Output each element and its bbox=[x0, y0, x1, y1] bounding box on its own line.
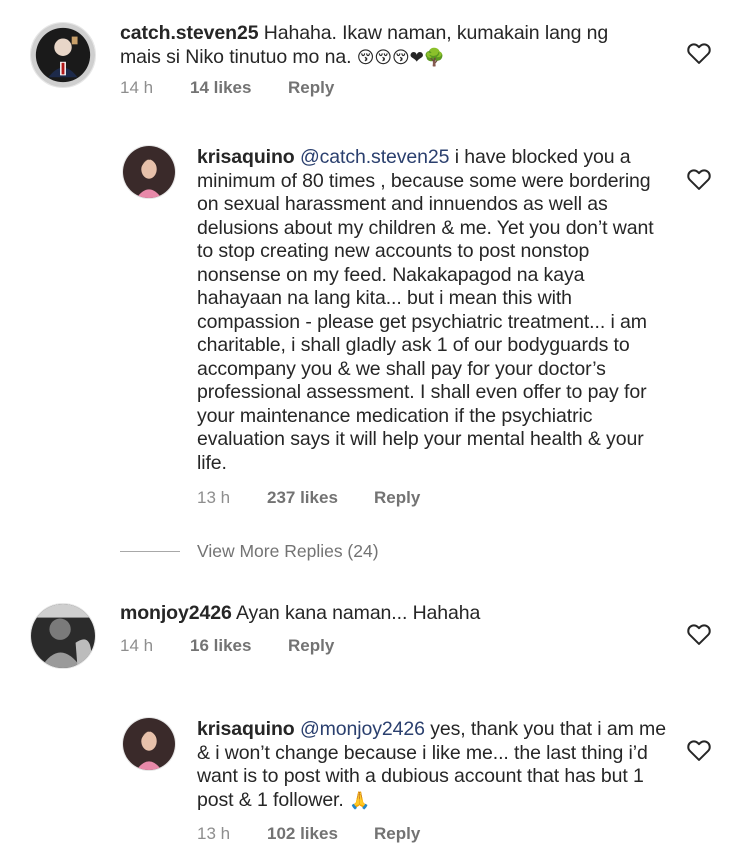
heart-icon[interactable] bbox=[685, 39, 713, 67]
likes-count[interactable]: 102 likes bbox=[267, 824, 374, 844]
heart-icon[interactable] bbox=[685, 620, 713, 648]
view-more-replies[interactable]: View More Replies (24) bbox=[120, 541, 379, 562]
reply-button[interactable]: Reply bbox=[374, 488, 420, 508]
comment-meta: 13 h 102 likes Reply bbox=[197, 824, 420, 844]
reply-button[interactable]: Reply bbox=[288, 78, 334, 98]
username[interactable]: krisaquino bbox=[197, 718, 295, 740]
timestamp: 13 h bbox=[197, 824, 231, 843]
avatar[interactable] bbox=[122, 145, 176, 199]
timestamp: 14 h bbox=[120, 78, 154, 97]
divider-line bbox=[120, 551, 180, 552]
comment-text: Ayan kana naman... Hahaha bbox=[235, 602, 481, 624]
timestamp: 13 h bbox=[197, 488, 231, 507]
comment-body: krisaquino @monjoy2426 yes, thank you th… bbox=[197, 718, 667, 813]
comment-meta: 14 h 14 likes Reply bbox=[120, 78, 334, 98]
likes-count[interactable]: 237 likes bbox=[267, 488, 374, 508]
reply-button[interactable]: Reply bbox=[288, 636, 334, 656]
mention-link[interactable]: @catch.steven25 bbox=[300, 146, 450, 168]
emoji-sequence: 😚😚😚❤🌳 bbox=[356, 47, 445, 68]
likes-count[interactable]: 14 likes bbox=[190, 78, 288, 98]
heart-icon[interactable] bbox=[685, 165, 713, 193]
avatar[interactable] bbox=[122, 717, 176, 771]
mention-link[interactable]: @monjoy2426 bbox=[300, 718, 425, 740]
likes-count[interactable]: 16 likes bbox=[190, 636, 288, 656]
emoji-sequence: 🙏 bbox=[349, 790, 371, 811]
comment-meta: 13 h 237 likes Reply bbox=[197, 488, 420, 508]
view-more-label[interactable]: View More Replies (24) bbox=[197, 541, 379, 562]
username[interactable]: krisaquino bbox=[197, 146, 295, 168]
timestamp: 14 h bbox=[120, 636, 154, 655]
comment-meta: 14 h 16 likes Reply bbox=[120, 636, 334, 656]
reply-button[interactable]: Reply bbox=[374, 824, 420, 844]
comment-text: i have blocked you a minimum of 80 times… bbox=[197, 146, 654, 474]
comment-body: monjoy2426 Ayan kana naman... Hahaha bbox=[120, 602, 650, 626]
avatar[interactable] bbox=[30, 22, 96, 88]
comment-body: krisaquino @catch.steven25 i have blocke… bbox=[197, 146, 667, 475]
username[interactable]: monjoy2426 bbox=[120, 602, 232, 624]
heart-icon[interactable] bbox=[685, 736, 713, 764]
username[interactable]: catch.steven25 bbox=[120, 22, 259, 44]
comment-body: catch.steven25 Hahaha. Ikaw naman, kumak… bbox=[120, 22, 650, 70]
avatar[interactable] bbox=[30, 603, 96, 669]
